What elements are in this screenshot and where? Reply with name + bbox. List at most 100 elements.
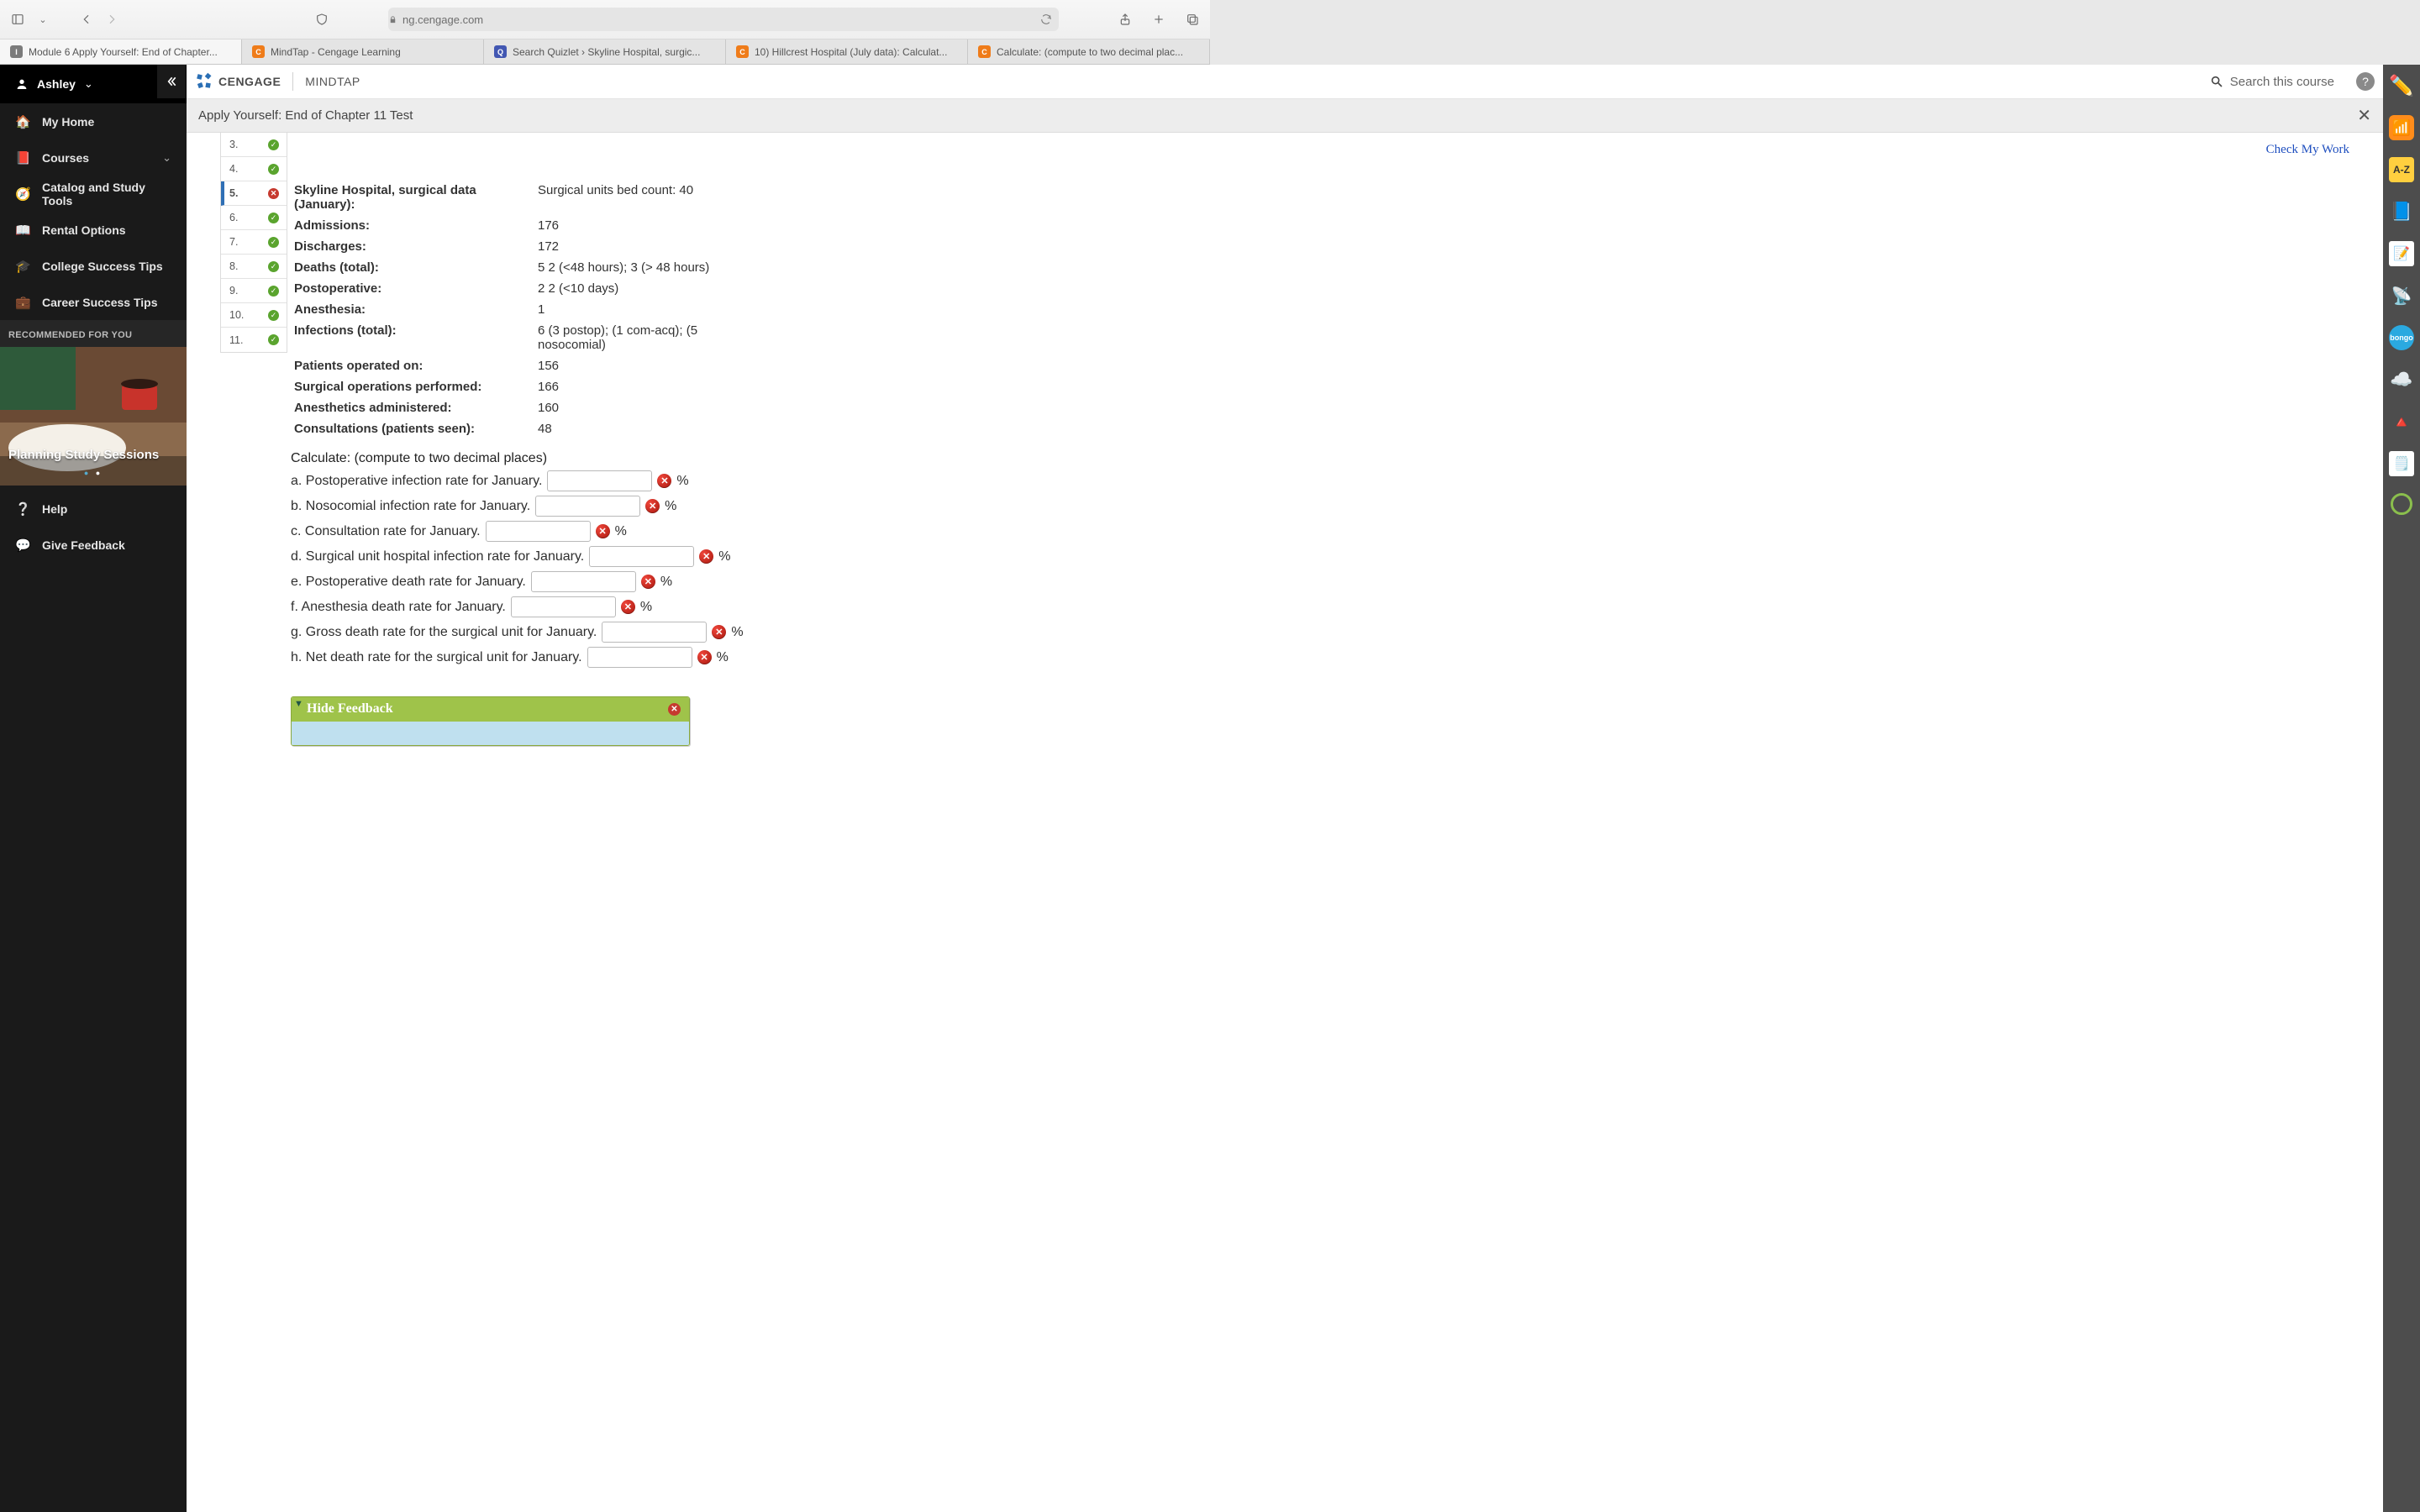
browser-tab-0[interactable]: IModule 6 Apply Yourself: End of Chapter… <box>0 39 242 64</box>
scenario-row: Discharges:172 <box>294 236 2383 257</box>
user-name: Ashley <box>37 77 76 91</box>
onedrive-icon[interactable]: ☁️ <box>2389 367 2414 392</box>
question-nav-item[interactable]: 7.✓ <box>221 230 287 255</box>
scenario-label: Patients operated on: <box>294 359 487 373</box>
percent-label: % <box>676 474 688 489</box>
scenario-value: 6 (3 postop); (1 com-acq); (5 nosocomial… <box>538 323 756 352</box>
search-icon <box>2210 75 2223 88</box>
chevron-down-icon: ⌄ <box>84 77 93 91</box>
notes-icon[interactable]: 📝 <box>2389 241 2414 266</box>
answer-input[interactable] <box>511 596 616 617</box>
highlighter-icon[interactable]: ✏️ <box>2389 73 2414 98</box>
dropdown-chevron-icon[interactable]: ⌄ <box>34 10 52 29</box>
scenario-value: 5 2 (<48 hours); 3 (> 48 hours) <box>538 260 709 275</box>
scenario-row: Admissions:176 <box>294 215 2383 236</box>
favicon-icon: C <box>736 45 749 58</box>
question-nav-item[interactable]: 6.✓ <box>221 206 287 230</box>
nav-back-icon[interactable] <box>77 10 96 29</box>
question-nav-item[interactable]: 10.✓ <box>221 303 287 328</box>
check-icon: ✓ <box>268 334 279 345</box>
nav-catalog[interactable]: 🧭Catalog and Study Tools <box>0 176 187 212</box>
close-feedback-icon[interactable]: ✕ <box>668 703 681 716</box>
shield-icon[interactable] <box>313 10 331 29</box>
browser-tab-4[interactable]: CCalculate: (compute to two decimal plac… <box>968 39 1210 64</box>
carousel-dots[interactable]: ● ● <box>0 469 187 477</box>
sidebar-toggle-icon[interactable] <box>8 10 27 29</box>
question-nav-item[interactable]: 4.✓ <box>221 157 287 181</box>
nav-my-home[interactable]: 🏠My Home <box>0 103 187 139</box>
wrong-mark-icon <box>645 499 660 513</box>
url-bar[interactable]: ng.cengage.com <box>388 8 1059 31</box>
favicon-icon: C <box>252 45 265 58</box>
google-drive-icon[interactable]: 🔺 <box>2389 409 2414 434</box>
feedback-panel: ▼ Hide Feedback ✕ <box>291 696 690 746</box>
nav-help[interactable]: ❔Help <box>0 491 187 527</box>
question-nav-item[interactable]: 11.✓ <box>221 328 287 352</box>
answer-input[interactable] <box>535 496 640 517</box>
calc-line: d. Surgical unit hospital infection rate… <box>291 546 2383 567</box>
nav-courses[interactable]: 📕Courses⌄ <box>0 139 187 176</box>
refresh-icon[interactable] <box>1040 13 1052 25</box>
progress-icon[interactable] <box>2391 493 2412 515</box>
tabs-overview-icon[interactable] <box>1183 10 1202 29</box>
feedback-header[interactable]: ▼ Hide Feedback ✕ <box>292 697 689 722</box>
right-tool-rail: ✏️ 📶 A-Z 📘 📝 📡 bongo ☁️ 🔺 🗒️ <box>2383 65 2420 1512</box>
calc-line: f. Anesthesia death rate for January.% <box>291 596 2383 617</box>
browser-tab-1[interactable]: CMindTap - Cengage Learning <box>242 39 484 64</box>
nav-feedback[interactable]: 💬Give Feedback <box>0 527 187 563</box>
glossary-icon[interactable]: A-Z <box>2389 157 2414 182</box>
check-icon: ✓ <box>268 139 279 150</box>
help-badge-icon[interactable]: ? <box>2356 72 2375 91</box>
scenario-row: Postoperative:2 2 (<10 days) <box>294 278 2383 299</box>
answer-input[interactable] <box>589 546 694 567</box>
calc-line: b. Nosocomial infection rate for January… <box>291 496 2383 517</box>
calc-label: e. Postoperative death rate for January. <box>291 575 526 590</box>
question-nav-item[interactable]: 8.✓ <box>221 255 287 279</box>
nav-career-tips[interactable]: 💼Career Success Tips <box>0 284 187 320</box>
check-my-work-link[interactable]: Check My Work <box>2266 143 2349 157</box>
scenario-row: Infections (total):6 (3 postop); (1 com-… <box>294 320 2383 355</box>
answer-input[interactable] <box>486 521 591 542</box>
recommended-card[interactable]: Planning Study Sessions ● ● <box>0 347 187 486</box>
collapse-sidebar-button[interactable] <box>157 65 186 98</box>
compass-icon: 🧭 <box>15 186 30 202</box>
browser-tab-2[interactable]: QSearch Quizlet › Skyline Hospital, surg… <box>484 39 726 64</box>
scenario-value: 1 <box>538 302 544 317</box>
calc-label: a. Postoperative infection rate for Janu… <box>291 474 542 489</box>
answer-input[interactable] <box>602 622 707 643</box>
book-icon: 📕 <box>15 150 30 165</box>
assignment-titlebar: Apply Yourself: End of Chapter 11 Test ✕ <box>187 99 2383 133</box>
answer-input[interactable] <box>587 647 692 668</box>
readspeaker-icon[interactable]: 📡 <box>2389 283 2414 308</box>
answer-input[interactable] <box>531 571 636 592</box>
rss-icon[interactable]: 📶 <box>2389 115 2414 140</box>
close-assignment-icon[interactable]: ✕ <box>2357 105 2371 126</box>
assignment-content: 3.✓4.✓5.✕6.✓7.✓8.✓9.✓10.✓11.✓ Check My W… <box>187 133 2383 1512</box>
nav-rental[interactable]: 📖Rental Options <box>0 212 187 248</box>
question-nav-item[interactable]: 3.✓ <box>221 133 287 157</box>
percent-label: % <box>640 600 652 615</box>
nav-college-tips[interactable]: 🎓College Success Tips <box>0 248 187 284</box>
notepad-icon[interactable]: 🗒️ <box>2389 451 2414 476</box>
question-nav-item[interactable]: 5.✕ <box>221 181 287 206</box>
answer-input[interactable] <box>547 470 652 491</box>
search-course[interactable]: Search this course <box>2210 75 2334 89</box>
browser-tab-3[interactable]: C10) Hillcrest Hospital (July data): Cal… <box>726 39 968 64</box>
question-nav-item[interactable]: 9.✓ <box>221 279 287 303</box>
check-icon: ✓ <box>268 261 279 272</box>
nav-forward-icon[interactable] <box>103 10 121 29</box>
bed-count: Surgical units bed count: 40 <box>538 183 693 212</box>
collapse-triangle-icon[interactable]: ▼ <box>294 699 303 709</box>
share-icon[interactable] <box>1116 10 1134 29</box>
new-tab-icon[interactable] <box>1150 10 1168 29</box>
percent-label: % <box>731 625 743 640</box>
percent-label: % <box>717 650 729 665</box>
bongo-icon[interactable]: bongo <box>2389 325 2414 350</box>
scenario-value: 176 <box>538 218 559 233</box>
feedback-body <box>292 722 689 745</box>
cengage-logo-icon <box>195 72 213 91</box>
home-icon: 🏠 <box>15 114 30 129</box>
help-icon: ❔ <box>15 501 30 517</box>
ebook-icon[interactable]: 📘 <box>2389 199 2414 224</box>
wrong-mark-icon <box>699 549 713 564</box>
